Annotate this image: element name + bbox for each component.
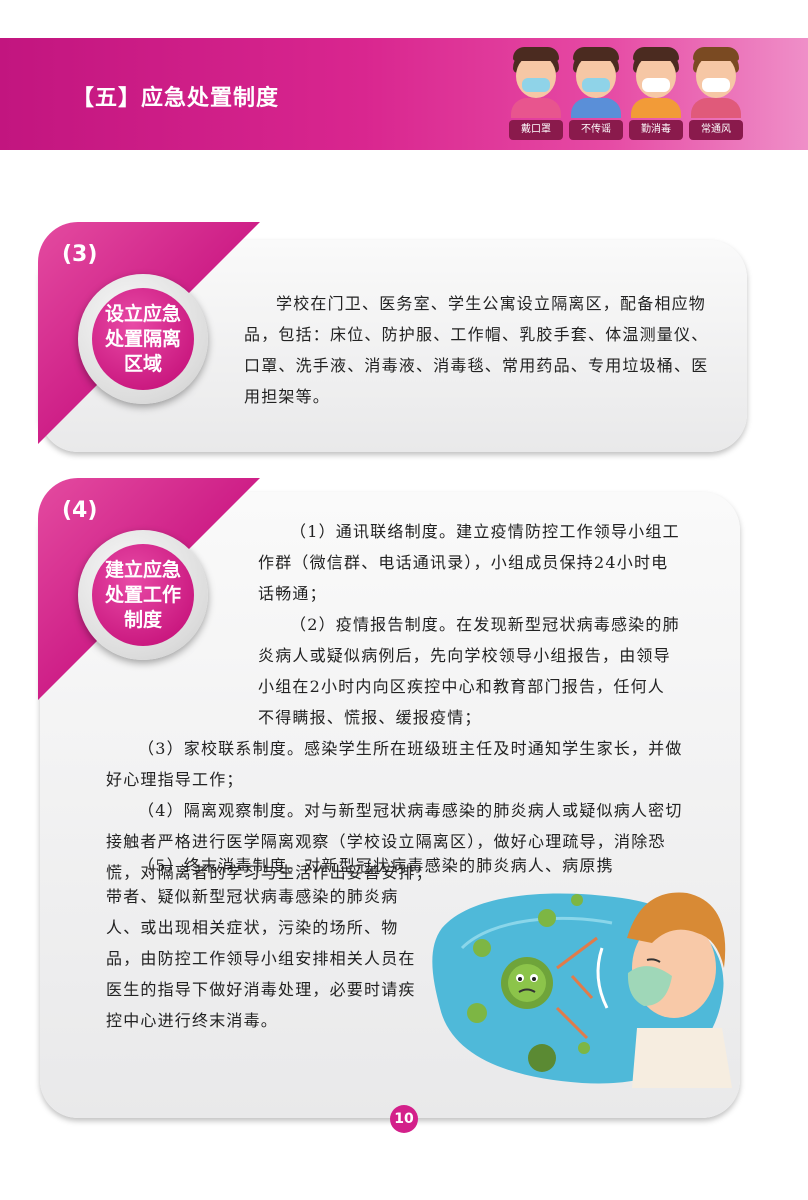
paragraph-3: （3）家校联系制度。感染学生所在班级班主任及时通知学生家长，并做好心理指导工作；: [106, 739, 683, 789]
section-badge: 设立应急处置隔离区域: [78, 274, 208, 404]
paragraph-2: （2）疫情报告制度。在发现新型冠状病毒感染的肺炎病人或疑似病例后，先向学校领导小…: [258, 615, 680, 727]
section-number: (4): [62, 498, 98, 523]
section-number: (3): [62, 242, 98, 267]
paragraph-1: （1）通讯联络制度。建立疫情防控工作领导小组工作群（微信群、电话通讯录），小组成…: [258, 522, 680, 603]
kid-mask-figure: 勤消毒: [625, 44, 687, 144]
virus-icon: [501, 957, 553, 1009]
section-badge-label: 设立应急处置隔离区域: [104, 302, 181, 375]
kid-tag: 常通风: [689, 120, 743, 140]
page-number: 10: [390, 1105, 418, 1133]
paragraph-5-rest: 带者、疑似新型冠状病毒感染的肺炎病人、或出现相关症状，污染的场所、物品，由防控工…: [106, 887, 416, 1030]
section-badge: 建立应急处置工作制度: [78, 530, 208, 660]
kid-tag: 不传谣: [569, 120, 623, 140]
kid-mask-figure: 戴口罩: [505, 44, 567, 144]
section-badge-label: 建立应急处置工作制度: [104, 558, 181, 631]
header-banner: 【五】应急处置制度 戴口罩 不传谣 勤消毒 常通风: [0, 38, 808, 150]
virus-protection-illustration: [432, 892, 732, 1088]
kid-tag: 勤消毒: [629, 120, 683, 140]
kid-tag: 戴口罩: [509, 120, 563, 140]
paragraph-5-first-line: （5）终末消毒制度。对新型冠状病毒感染的肺炎病人、病原携: [138, 856, 614, 875]
kids-illustration: 戴口罩 不传谣 勤消毒 常通风: [505, 44, 805, 144]
section-text: 学校在门卫、医务室、学生公寓设立隔离区，配备相应物品，包括：床位、防护服、工作帽…: [244, 294, 709, 406]
kid-mask-figure: 不传谣: [565, 44, 627, 144]
page-title: 【五】应急处置制度: [72, 86, 280, 111]
kid-mask-figure: 常通风: [685, 44, 747, 144]
